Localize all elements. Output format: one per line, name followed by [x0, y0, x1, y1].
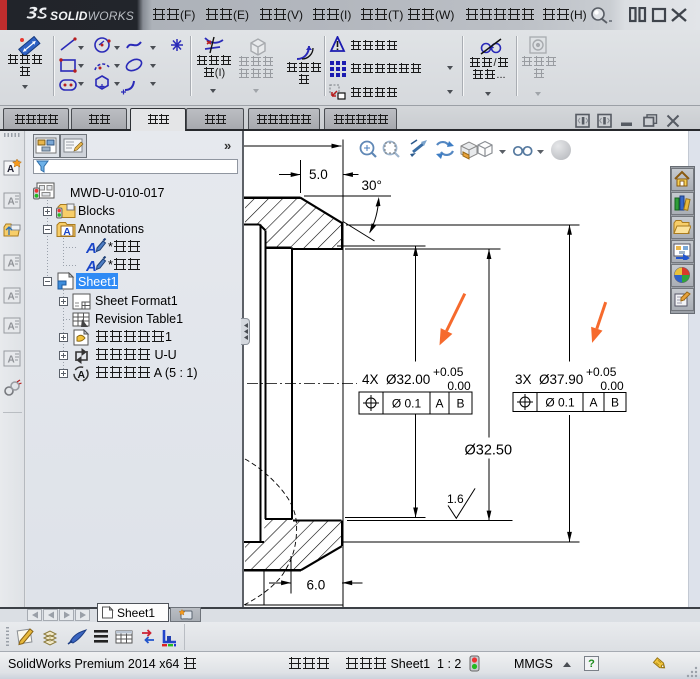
svg-text:A: A	[86, 258, 97, 273]
svg-text:A: A	[8, 292, 15, 303]
svg-text:4X Ø32.00: 4X Ø32.00	[362, 372, 430, 387]
svg-text:B: B	[456, 397, 464, 411]
svg-text:B: B	[611, 396, 619, 410]
svg-text:0.00: 0.00	[444, 379, 471, 393]
svg-text:A: A	[8, 259, 15, 270]
svg-text:+0.05: +0.05	[586, 365, 617, 379]
svg-text:1.6: 1.6	[447, 492, 464, 506]
svg-text:SOLIDWORKS: SOLIDWORKS	[50, 9, 134, 23]
svg-text:A: A	[7, 164, 14, 175]
svg-text:Ø 0.1: Ø 0.1	[392, 397, 422, 411]
svg-text:6.0: 6.0	[307, 578, 326, 593]
svg-text:A: A	[86, 240, 97, 255]
svg-text:30°: 30°	[362, 178, 382, 193]
svg-text:A: A	[8, 322, 15, 333]
svg-text:+0.05: +0.05	[433, 365, 464, 379]
svg-text:A: A	[589, 396, 597, 410]
svg-text:3X Ø37.90: 3X Ø37.90	[515, 372, 583, 387]
svg-text:A: A	[78, 369, 86, 381]
svg-text:5.0: 5.0	[309, 167, 328, 182]
svg-text:0.00: 0.00	[597, 379, 624, 393]
svg-text:A: A	[63, 226, 71, 238]
svg-text:Ø 0.1: Ø 0.1	[545, 396, 575, 410]
svg-text:A: A	[435, 397, 443, 411]
svg-text:Ø32.50: Ø32.50	[465, 443, 513, 459]
svg-text:A: A	[8, 197, 15, 208]
svg-text:A: A	[8, 355, 15, 366]
